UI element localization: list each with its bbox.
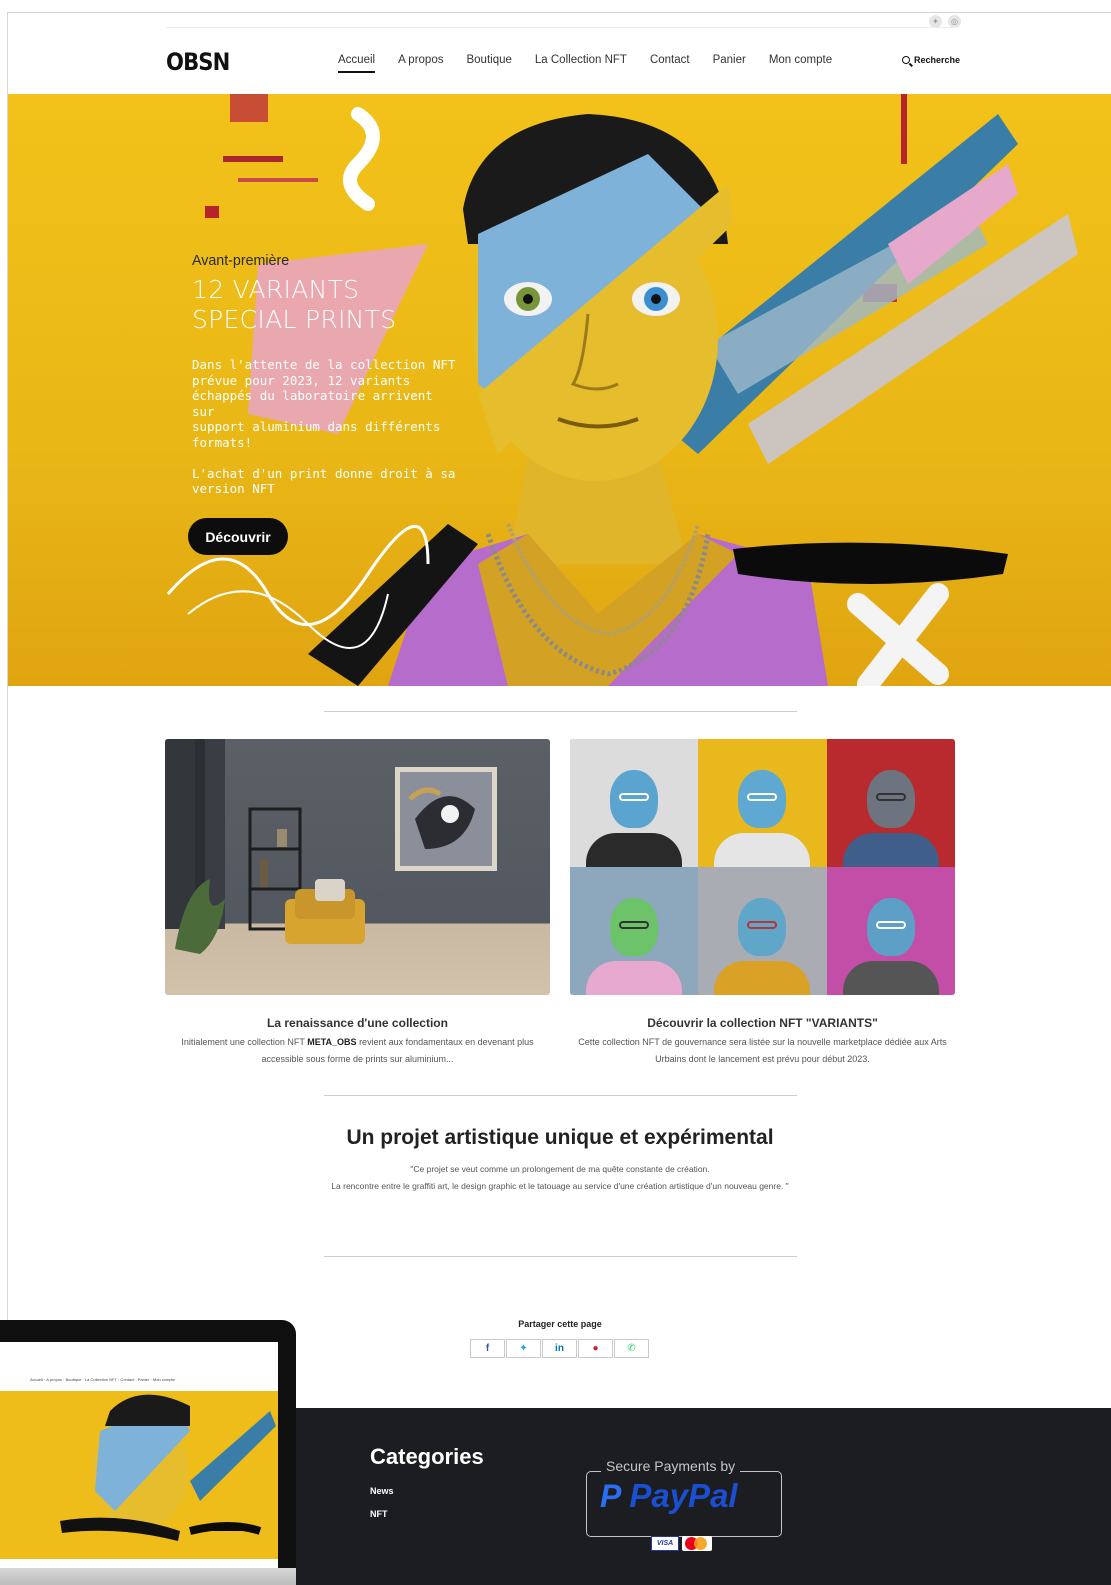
quote-line: "Ce projet se veut comme un prolongement… <box>410 1164 710 1174</box>
categories-title: Categories <box>370 1444 484 1469</box>
linkedin-icon: in <box>555 1343 564 1354</box>
site-header: OBSN Accueil A propos Boutique La Collec… <box>8 38 1111 94</box>
share-twitter-button[interactable]: ✦ <box>506 1339 541 1358</box>
top-divider <box>166 27 956 28</box>
nav-item-boutique[interactable]: Boutique <box>466 54 511 73</box>
search-button[interactable]: Recherche <box>901 55 960 65</box>
search-label: Recherche <box>913 55 960 65</box>
card-image-living-room[interactable] <box>165 739 550 995</box>
nav-item-collection-nft[interactable]: La Collection NFT <box>535 54 627 73</box>
section-divider <box>324 711 797 712</box>
project-title: Un projet artistique unique et expérimen… <box>346 1126 774 1149</box>
section-divider <box>324 1256 797 1257</box>
card-text-variants: Cette collection NFT de gouvernance sera… <box>578 1037 947 1064</box>
laptop-hero-artwork <box>60 1394 276 1541</box>
card-title-variants[interactable]: Découvrir la collection NFT "VARIANTS" <box>570 1016 955 1030</box>
share-buttons: f ✦ in ● ✆ <box>470 1339 649 1358</box>
share-pinterest-button[interactable]: ● <box>578 1339 613 1358</box>
hero-title: 12 VARIANTS SPECIAL PRINTS <box>192 275 397 334</box>
category-link-news[interactable]: News <box>370 1486 394 1496</box>
hero-artwork <box>166 94 1078 686</box>
laptop-hero-preview <box>0 1391 278 1559</box>
category-link-nft[interactable]: NFT <box>370 1509 388 1519</box>
hero-text-block: Avant-première 12 VARIANTS SPECIAL PRINT… <box>192 252 460 497</box>
share-linkedin-button[interactable]: in <box>542 1339 577 1358</box>
visa-icon: VISA <box>651 1536 679 1551</box>
laptop-nav-preview: Accueil · A propos · Boutique · La Colle… <box>30 1377 175 1382</box>
decouvrir-button[interactable]: Découvrir <box>188 518 288 555</box>
nav-item-accueil[interactable]: Accueil <box>338 54 376 73</box>
variant-tile <box>570 739 699 867</box>
pinterest-icon: ● <box>592 1343 599 1354</box>
payment-caption: Secure Payments by <box>601 1458 741 1474</box>
mastercard-icon <box>682 1536 712 1551</box>
nav-item-panier[interactable]: Panier <box>713 54 746 73</box>
section-divider <box>324 1095 797 1096</box>
card-text-bold: META_OBS <box>307 1037 357 1047</box>
card-text-renaissance: Initialement une collection NFT META_OBS… <box>165 1034 550 1068</box>
living-room-illustration <box>165 739 497 954</box>
hero-banner: Avant-première 12 VARIANTS SPECIAL PRINT… <box>8 94 1111 686</box>
share-whatsapp-button[interactable]: ✆ <box>614 1339 649 1358</box>
twitter-icon: ✦ <box>519 1343 528 1354</box>
variant-tile <box>698 739 827 867</box>
card-title-renaissance[interactable]: La renaissance d'une collection <box>165 1016 550 1030</box>
laptop-base <box>0 1568 296 1585</box>
variant-tile <box>826 867 955 995</box>
variant-tile <box>826 739 955 867</box>
laptop-screen: Accueil · A propos · Boutique · La Colle… <box>0 1342 278 1568</box>
nav-item-mon-compte[interactable]: Mon compte <box>769 54 832 73</box>
paypal-wordmark: PayPal <box>629 1477 738 1514</box>
paypal-logo: P PayPal <box>600 1477 738 1515</box>
card-text-part: Initialement une collection NFT <box>181 1037 308 1047</box>
laptop-mockup: Accueil · A propos · Boutique · La Colle… <box>0 1320 296 1585</box>
whatsapp-icon: ✆ <box>627 1343 636 1354</box>
nav-item-a-propos[interactable]: A propos <box>398 54 443 73</box>
variant-tile <box>698 867 827 995</box>
quote-line: La rencontre entre le graffiti art, le d… <box>331 1181 789 1191</box>
paypal-icon: P <box>600 1478 622 1514</box>
search-icon <box>901 56 910 64</box>
project-quote: "Ce projet se veut comme un prolongement… <box>8 1161 1111 1195</box>
hero-description: Dans l'attente de la collection NFT prév… <box>192 357 456 496</box>
hero-eyebrow: Avant-première <box>192 252 290 269</box>
facebook-icon: f <box>485 1343 490 1354</box>
card-image-variants-grid[interactable] <box>570 739 955 995</box>
nav-item-contact[interactable]: Contact <box>650 54 690 73</box>
main-nav: Accueil A propos Boutique La Collection … <box>338 54 855 73</box>
share-facebook-button[interactable]: f <box>470 1339 505 1358</box>
variant-tile <box>570 867 699 995</box>
site-logo[interactable]: OBSN <box>166 48 230 76</box>
